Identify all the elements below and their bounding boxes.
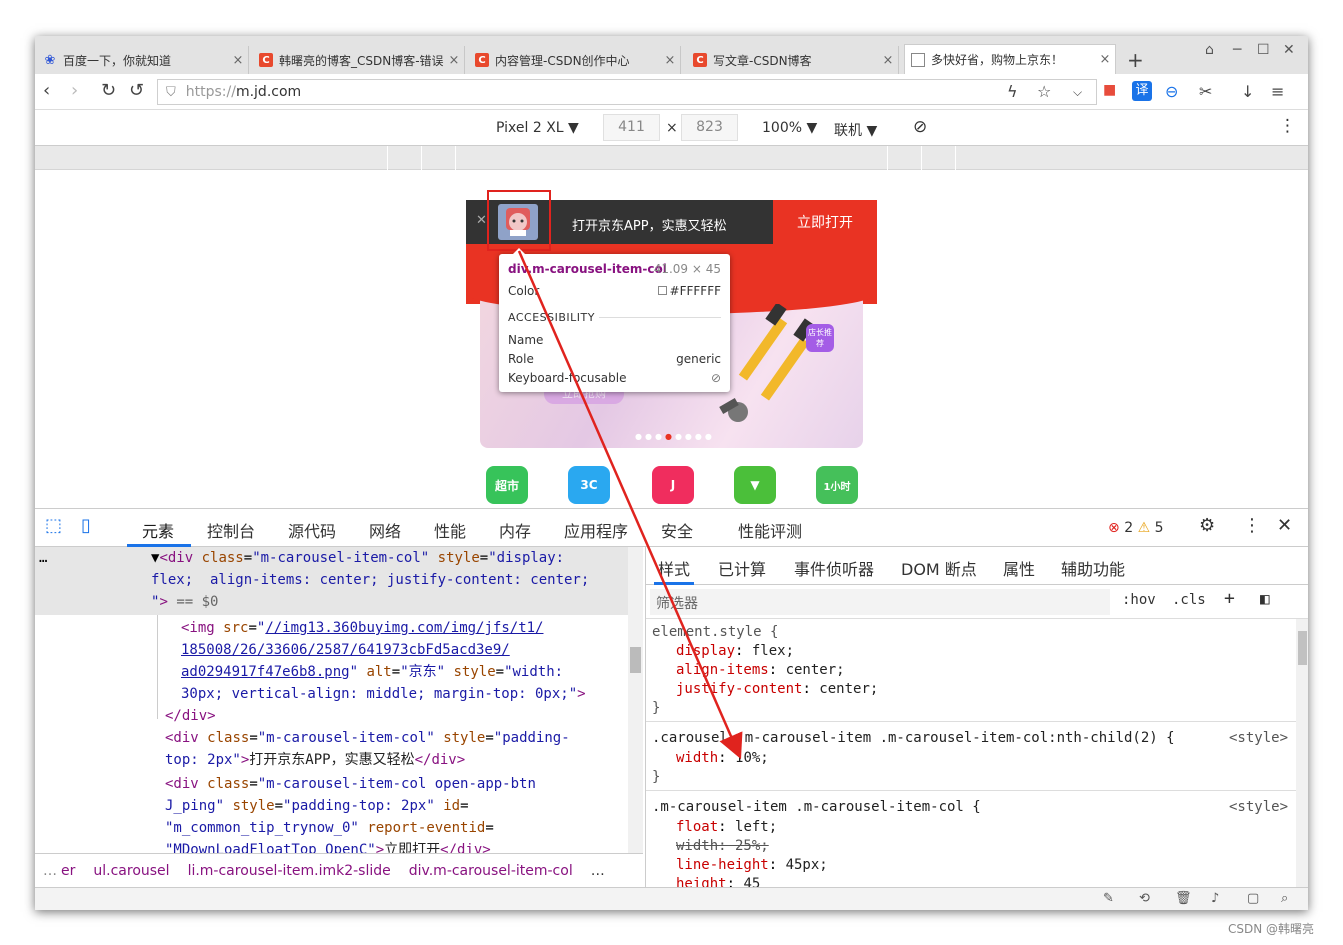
annotation-arrow (517, 250, 743, 760)
watermark: CSDN @韩曙亮 (1228, 922, 1315, 936)
browser-window: ❀ 百度一下，你就知道 × C 韩曙亮的博客_CSDN博客-错误 × C 内容管… (35, 36, 1308, 910)
